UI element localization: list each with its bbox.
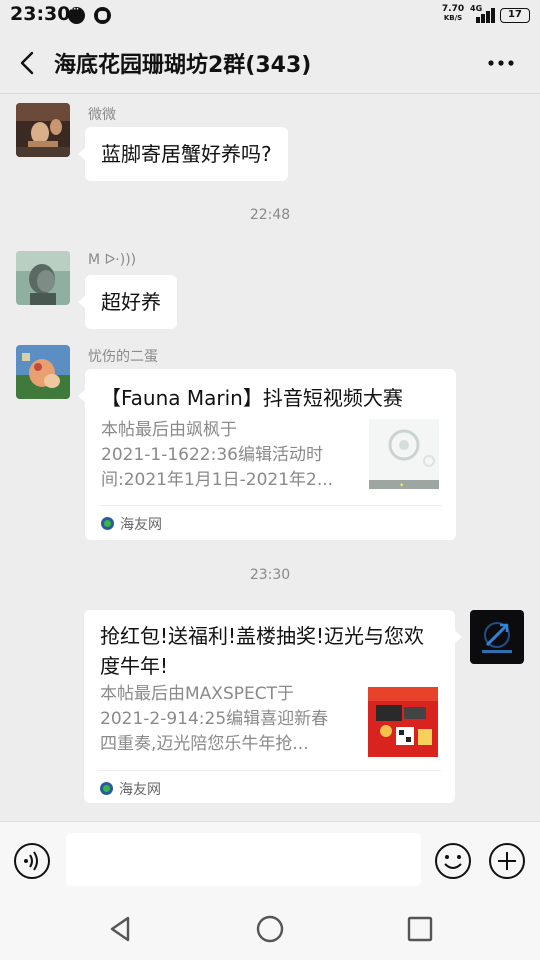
- description-line: 间:2021年1月1日-2021年2...: [101, 470, 334, 490]
- plus-icon[interactable]: [488, 842, 526, 880]
- avatar[interactable]: [16, 251, 70, 305]
- avatar[interactable]: [470, 610, 524, 664]
- link-card-title: 抢红包!送福利!盖楼抽奖!迈光与您欢度牛年!: [100, 624, 425, 678]
- app-notification-icon: [94, 7, 111, 24]
- network-speed: 7.70 KB/S: [440, 5, 466, 23]
- chat-notification-icon: [68, 2, 85, 24]
- status-bar: 23:30 7.70 KB/S 4G 17: [0, 0, 540, 32]
- link-card-source: 海友网: [100, 779, 161, 799]
- link-card[interactable]: 【Fauna Marin】抖音短视频大赛 本帖最后由飒枫于 2021-1-162…: [78, 369, 456, 540]
- status-time: 23:30: [10, 3, 71, 25]
- emoji-icon[interactable]: [434, 842, 472, 880]
- message-bubble[interactable]: 蓝脚寄居蟹好养吗?: [78, 127, 288, 181]
- nav-home-icon[interactable]: [255, 914, 285, 944]
- nav-recent-icon[interactable]: [405, 914, 435, 944]
- message-input[interactable]: [66, 833, 421, 886]
- link-card-thumbnail: [368, 687, 438, 757]
- more-dots-icon[interactable]: [484, 49, 518, 77]
- message-text: 蓝脚寄居蟹好养吗?: [101, 142, 272, 166]
- message-list[interactable]: 微微 蓝脚寄居蟹好养吗? 22:48 M ᐅ·))) 超好养 忧伤的二蛋 【Fa…: [0, 95, 540, 821]
- description-line: 本帖最后由MAXSPECT于: [100, 684, 294, 704]
- battery-level: 17: [508, 9, 522, 20]
- message-bubble[interactable]: 超好养: [78, 275, 177, 329]
- link-card-description: 本帖最后由飒枫于 2021-1-1622:36编辑活动时 间:2021年1月1日…: [101, 418, 357, 493]
- time-separator: 23:30: [249, 567, 291, 583]
- sender-name: 忧伤的二蛋: [88, 349, 158, 365]
- voice-icon[interactable]: [13, 842, 51, 880]
- link-card-divider: [98, 770, 441, 771]
- sender-name: 微微: [88, 107, 116, 123]
- link-card-source: 海友网: [101, 514, 162, 534]
- avatar[interactable]: [16, 103, 70, 157]
- time-separator: 22:48: [249, 207, 291, 223]
- description-line: 四重奏,迈光陪您乐牛年抢...: [100, 734, 309, 754]
- link-card[interactable]: 抢红包!送福利!盖楼抽奖!迈光与您欢度牛年! 本帖最后由MAXSPECT于 20…: [84, 610, 462, 803]
- system-nav-bar: [0, 899, 540, 960]
- battery-icon: 17: [500, 8, 530, 23]
- network-speed-unit: KB/S: [443, 14, 463, 22]
- avatar[interactable]: [16, 345, 70, 399]
- sender-name: M ᐅ·))): [88, 252, 137, 268]
- link-card-title: 【Fauna Marin】抖音短视频大赛: [101, 386, 403, 410]
- link-card-description: 本帖最后由MAXSPECT于 2021-2-914:25编辑喜迎新春 四重奏,迈…: [100, 682, 356, 757]
- chat-header: 海底花园珊瑚坊2群(343): [0, 32, 540, 94]
- input-bar: [0, 821, 540, 899]
- source-name: 海友网: [119, 782, 161, 798]
- description-line: 本帖最后由飒枫于: [101, 420, 237, 440]
- chevron-left-icon[interactable]: [14, 49, 42, 77]
- description-line: 2021-1-1622:36编辑活动时: [101, 445, 323, 465]
- link-card-thumbnail: ✦: [369, 419, 439, 489]
- nav-back-icon[interactable]: [106, 914, 136, 944]
- chat-title: 海底花园珊瑚坊2群(343): [54, 53, 312, 78]
- description-line: 2021-2-914:25编辑喜迎新春: [100, 709, 329, 729]
- network-speed-value: 7.70: [441, 4, 465, 14]
- link-card-divider: [99, 505, 442, 506]
- signal-icon: [470, 7, 495, 23]
- svg-text:✦: ✦: [399, 482, 404, 489]
- message-text: 超好养: [101, 290, 161, 314]
- source-name: 海友网: [120, 517, 162, 533]
- source-app-icon: [101, 517, 114, 530]
- source-app-icon: [100, 782, 113, 795]
